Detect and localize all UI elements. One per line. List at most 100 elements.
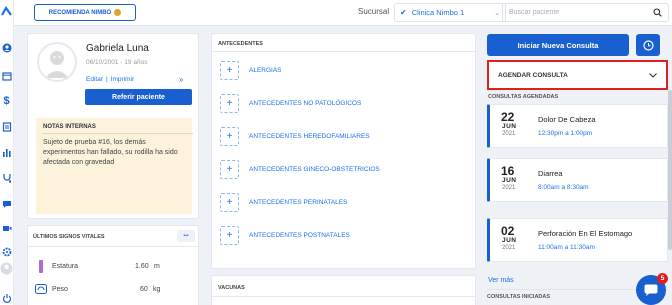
schedule-consult-dropdown[interactable]: AGENDAR CONSULTA: [487, 60, 668, 90]
vacunas-card: VACUNAS: [211, 275, 476, 305]
add-icon[interactable]: +: [220, 127, 239, 146]
consult-year: 2021: [502, 245, 516, 251]
vital-label: Estatura: [52, 263, 79, 270]
print-link[interactable]: Imprimir: [111, 76, 134, 83]
consult-title: Perforación En El Estomago: [538, 229, 633, 238]
antecedente-row-perinatales[interactable]: + ANTECEDENTES PERINATALES: [220, 193, 468, 212]
clock-button[interactable]: [636, 34, 660, 56]
schedule-label: AGENDAR CONSULTA: [498, 71, 568, 79]
dollar-icon[interactable]: $: [1, 95, 12, 107]
started-title: CONSULTAS INICIADAS: [487, 294, 551, 300]
chevron-down-icon: ⌄: [494, 9, 500, 17]
antecedente-label: ALERGIAS: [249, 67, 282, 74]
consult-title: Diarrea: [538, 169, 563, 178]
patient-birth: 06/10/2001 - 19 años: [86, 59, 148, 66]
consult-time: 8:00am a 8:30am: [538, 184, 589, 191]
patient-actions: Editar | Imprimir: [86, 76, 134, 83]
vitals-title: ÚLTIMOS SIGNOS VITALES: [33, 234, 105, 240]
video-icon[interactable]: [1, 222, 12, 233]
consult-card[interactable]: 22 JUN 2021 Dolor De Cabeza 12:30pm a 1:…: [487, 104, 668, 148]
add-icon[interactable]: +: [220, 160, 239, 179]
antecedentes-card: ANTECEDENTES + ALERGIAS + ANTECEDENTES N…: [211, 33, 476, 269]
stats-icon[interactable]: [1, 147, 12, 158]
search-input[interactable]: Buscar paciente: [502, 3, 669, 22]
see-more-link[interactable]: Ver más: [488, 277, 514, 284]
vitals-divider: [28, 246, 198, 247]
recommend-button[interactable]: RECOMIENDA NIMBO: [34, 4, 136, 21]
money-bag-icon: [114, 9, 122, 16]
stethoscope-icon[interactable]: [1, 172, 12, 183]
consult-day: 02: [501, 224, 515, 238]
consult-day: 22: [501, 110, 515, 124]
add-icon[interactable]: +: [220, 226, 239, 245]
antecedente-label: ANTECEDENTES NO PATOLÓGICOS: [249, 100, 362, 107]
actions-separator: |: [105, 76, 108, 83]
internal-notes[interactable]: NOTAS INTERNAS Sujeto de prueba #16, los…: [36, 118, 193, 214]
notes-title: NOTAS INTERNAS: [43, 124, 96, 130]
top-bar: RECOMIENDA NIMBO Sucursal ✔ Clinica Nimb…: [14, 0, 672, 26]
weight-icon: [35, 284, 47, 294]
consult-year: 2021: [502, 185, 516, 191]
vacunas-divider: [212, 296, 475, 297]
antecedente-row-no-patologicos[interactable]: + ANTECEDENTES NO PATOLÓGICOS: [220, 94, 468, 113]
consult-time: 11:00am a 11:30am: [538, 244, 595, 251]
clock-icon: [642, 39, 654, 51]
vital-value: 1.60: [135, 263, 149, 270]
antecedente-row-alergias[interactable]: + ALERGIAS: [220, 61, 468, 80]
add-icon[interactable]: +: [220, 94, 239, 113]
power-icon[interactable]: [1, 292, 12, 303]
patient-card: Gabriela Luna 06/10/2001 - 19 años Edita…: [27, 33, 199, 219]
consult-month: JUN: [502, 237, 517, 244]
recommend-label: RECOMIENDA NIMBO: [48, 9, 112, 16]
user-icon[interactable]: [1, 42, 12, 53]
chat-bubble-icon: [644, 284, 658, 296]
antecedente-label: ANTECEDENTES GINECO-OBSTETRICIOS: [249, 166, 380, 173]
edit-link[interactable]: Editar: [86, 76, 103, 83]
search-icon[interactable]: [653, 8, 662, 17]
vitals-more-button[interactable]: •••: [177, 230, 195, 242]
vitals-card: ÚLTIMOS SIGNOS VITALES ••• Estatura 1.60…: [27, 225, 199, 305]
vacunas-title: VACUNAS: [218, 285, 245, 291]
sucursal-value: Clinica Nimbo 1: [411, 8, 465, 17]
user-avatar-icon[interactable]: [0, 262, 13, 275]
antecedente-row-gineco[interactable]: + ANTECEDENTES GINECO-OBSTETRICIOS: [220, 160, 468, 179]
new-consult-button[interactable]: Iniciar Nueva Consulta: [487, 34, 629, 56]
settings-icon[interactable]: [1, 246, 12, 257]
antecedentes-title: ANTECEDENTES: [218, 41, 263, 47]
consult-month: JUN: [502, 123, 517, 130]
vital-label: Peso: [52, 286, 68, 293]
add-icon[interactable]: +: [220, 61, 239, 80]
antecedente-label: ANTECEDENTES POSTNATALES: [249, 232, 350, 239]
scheduled-title: CONSULTAS AGENDADAS: [488, 94, 559, 100]
vital-unit: m: [154, 263, 160, 270]
antecedente-label: ANTECEDENTES PERINATALES: [249, 199, 348, 206]
sucursal-select[interactable]: ✔ Clinica Nimbo 1 ⌄: [394, 3, 506, 22]
consult-title: Dolor De Cabeza: [538, 115, 596, 124]
notes-text: Sujeto de prueba #16, los demás experime…: [43, 139, 178, 166]
consult-time: 12:30pm a 1:00pm: [538, 130, 593, 137]
sucursal-label: Sucursal: [358, 7, 390, 16]
refer-button[interactable]: Referir paciente: [85, 89, 192, 105]
chat-icon[interactable]: [1, 198, 12, 209]
scrollbar[interactable]: [668, 90, 672, 250]
vital-unit: kg: [153, 286, 161, 293]
chat-badge: 5: [657, 273, 668, 284]
document-icon[interactable]: [1, 121, 12, 132]
expand-icon[interactable]: »: [179, 75, 183, 84]
sidebar: $: [0, 0, 14, 305]
add-icon[interactable]: +: [220, 193, 239, 212]
calendar-icon[interactable]: [1, 70, 12, 81]
antecedente-row-heredofamiliares[interactable]: + ANTECEDENTES HEREDOFAMILIARES: [220, 127, 468, 146]
chevron-down-icon: [649, 72, 657, 78]
consult-card[interactable]: 02 JUN 2021 Perforación En El Estomago 1…: [487, 218, 668, 262]
consult-card[interactable]: 16 JUN 2021 Diarrea 8:00am a 8:30am: [487, 158, 668, 202]
consult-month: JUN: [502, 177, 517, 184]
antecedente-label: ANTECEDENTES HEREDOFAMILIARES: [249, 133, 370, 140]
height-icon: [39, 260, 43, 273]
check-icon: ✔: [400, 8, 407, 17]
consult-year: 2021: [502, 131, 516, 137]
vital-value: 60: [140, 286, 148, 293]
logo-icon[interactable]: [1, 6, 12, 17]
antecedente-row-postnatales[interactable]: + ANTECEDENTES POSTNATALES: [220, 226, 468, 245]
notes-divider: [42, 133, 193, 134]
